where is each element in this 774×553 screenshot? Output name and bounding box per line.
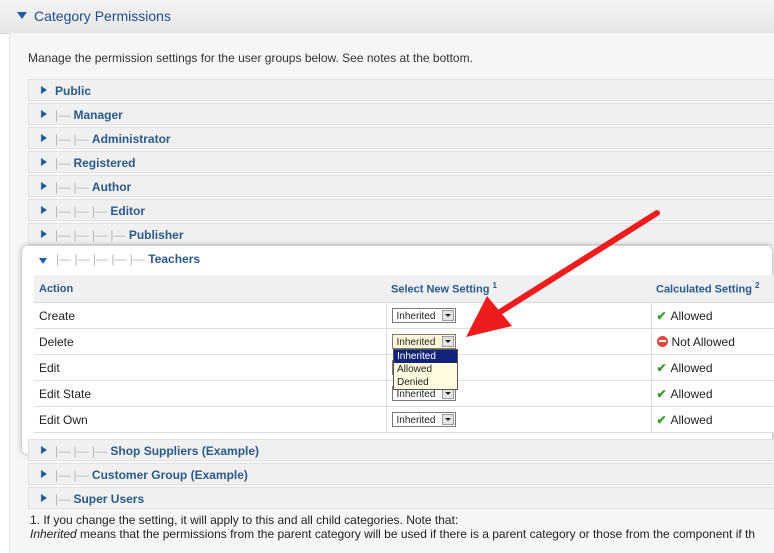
table-row: Create Inherited ✔ Allowed (34, 302, 774, 329)
group-row-manager[interactable]: |— Manager (28, 103, 774, 125)
group-row-public[interactable]: Public (28, 79, 774, 101)
group-row-super-users[interactable]: |— Super Users (28, 487, 774, 509)
group-label[interactable]: Manager (73, 108, 122, 122)
action-name: Delete (34, 328, 387, 355)
setting-select[interactable]: Inherited (391, 334, 456, 349)
expand-arrow-right-icon[interactable] (41, 182, 47, 190)
panel-header[interactable]: Category Permissions (0, 0, 774, 34)
group-label[interactable]: Registered (73, 156, 135, 170)
action-name: Create (34, 302, 387, 329)
tree-indent: |— |— |— |— |— (56, 252, 149, 266)
expand-arrow-right-icon[interactable] (41, 446, 47, 454)
calculated-setting-label: Allowed (670, 308, 713, 323)
group-label[interactable]: Administrator (92, 132, 171, 146)
intro-text: Manage the permission settings for the u… (28, 51, 473, 65)
notes: 1. If you change the setting, it will ap… (30, 513, 774, 541)
calculated-setting: ✔ Allowed (651, 406, 774, 433)
group-label[interactable]: Publisher (129, 228, 184, 242)
action-name: Edit Own (34, 406, 387, 433)
tree-indent: |— |— |— |— (55, 228, 129, 242)
group-label[interactable]: Author (92, 180, 131, 194)
group-label[interactable]: Editor (110, 204, 145, 218)
group-row-teachers[interactable]: |— |— |— |— |— Teachers (28, 249, 774, 271)
calculated-setting-label: Allowed (670, 386, 713, 401)
header-action: Action (34, 275, 386, 303)
expand-arrow-right-icon[interactable] (41, 470, 47, 478)
action-name: Edit (34, 354, 387, 381)
expand-arrow-right-icon[interactable] (41, 110, 47, 118)
not-allowed-icon (656, 335, 668, 347)
checkmark-icon: ✔ (656, 412, 667, 427)
calculated-setting-label: Allowed (670, 412, 713, 427)
calculated-setting-label: Not Allowed (671, 334, 735, 349)
tree-indent: |— |— (55, 180, 92, 194)
tree-indent: |— |— (55, 468, 92, 482)
header-select-new-setting: Select New Setting 1 (386, 275, 651, 303)
dropdown-option[interactable]: Inherited (394, 350, 457, 363)
group-label[interactable]: Teachers (148, 252, 200, 266)
setting-select-value: Inherited (396, 389, 436, 400)
group-row-administrator[interactable]: |— |— Administrator (28, 127, 774, 149)
group-label[interactable]: Public (55, 84, 91, 98)
tree-indent: |— |— (55, 132, 92, 146)
setting-select-value: Inherited (396, 311, 436, 322)
panel-title: Category Permissions (34, 8, 171, 24)
action-name: Edit State (34, 380, 387, 407)
group-label[interactable]: Shop Suppliers (Example) (110, 444, 259, 458)
note-line-1: 1. If you change the setting, it will ap… (30, 513, 459, 527)
note-line-2: Inherited means that the permissions fro… (30, 527, 756, 541)
group-row-editor[interactable]: |— |— |— Editor (28, 199, 774, 221)
calculated-setting: Not Allowed (651, 328, 774, 355)
calculated-setting: ✔ Allowed (651, 380, 774, 407)
setting-dropdown-list[interactable]: Inherited Allowed Denied (393, 349, 458, 390)
table-row: Edit Own Inherited ✔ Allowed (34, 406, 774, 433)
checkmark-icon: ✔ (656, 360, 667, 375)
tree-indent: |— (55, 492, 74, 506)
calculated-setting: ✔ Allowed (651, 354, 774, 381)
tree-indent: |— |— |— (55, 204, 111, 218)
group-row-customer-group-example[interactable]: |— |— Customer Group (Example) (28, 463, 774, 485)
tree-indent: |— (55, 108, 74, 122)
setting-select[interactable]: Inherited (391, 308, 456, 323)
setting-select-value: Inherited (396, 337, 436, 348)
calculated-setting-label: Allowed (670, 360, 713, 375)
group-row-publisher[interactable]: |— |— |— |— Publisher (28, 223, 774, 245)
expand-arrow-right-icon[interactable] (41, 158, 47, 166)
setting-select[interactable]: Inherited (391, 412, 456, 427)
expand-arrow-right-icon[interactable] (41, 206, 47, 214)
collapse-triangle-icon[interactable] (17, 12, 27, 19)
dropdown-option[interactable]: Allowed (394, 363, 457, 376)
group-row-registered[interactable]: |— Registered (28, 151, 774, 173)
expand-arrow-right-icon[interactable] (41, 86, 47, 94)
expand-arrow-down-icon[interactable] (39, 258, 47, 264)
group-row-author[interactable]: |— |— Author (28, 175, 774, 197)
chevron-down-icon[interactable] (441, 310, 454, 321)
checkmark-icon: ✔ (656, 386, 667, 401)
tree-indent: |— (55, 156, 74, 170)
header-calculated-setting: Calculated Setting 2 (651, 275, 774, 303)
group-label[interactable]: Super Users (73, 492, 144, 506)
group-label[interactable]: Customer Group (Example) (92, 468, 248, 482)
expand-arrow-right-icon[interactable] (41, 494, 47, 502)
expand-arrow-right-icon[interactable] (41, 230, 47, 238)
checkmark-icon: ✔ (656, 308, 667, 323)
chevron-down-icon[interactable] (441, 336, 454, 347)
calculated-setting: ✔ Allowed (651, 302, 774, 329)
dropdown-option[interactable]: Denied (394, 376, 457, 389)
chevron-down-icon[interactable] (441, 414, 454, 425)
tree-indent: |— |— |— (55, 444, 111, 458)
group-row-shop-suppliers-example[interactable]: |— |— |— Shop Suppliers (Example) (28, 439, 774, 461)
expand-arrow-right-icon[interactable] (41, 134, 47, 142)
setting-select-value: Inherited (396, 415, 436, 426)
